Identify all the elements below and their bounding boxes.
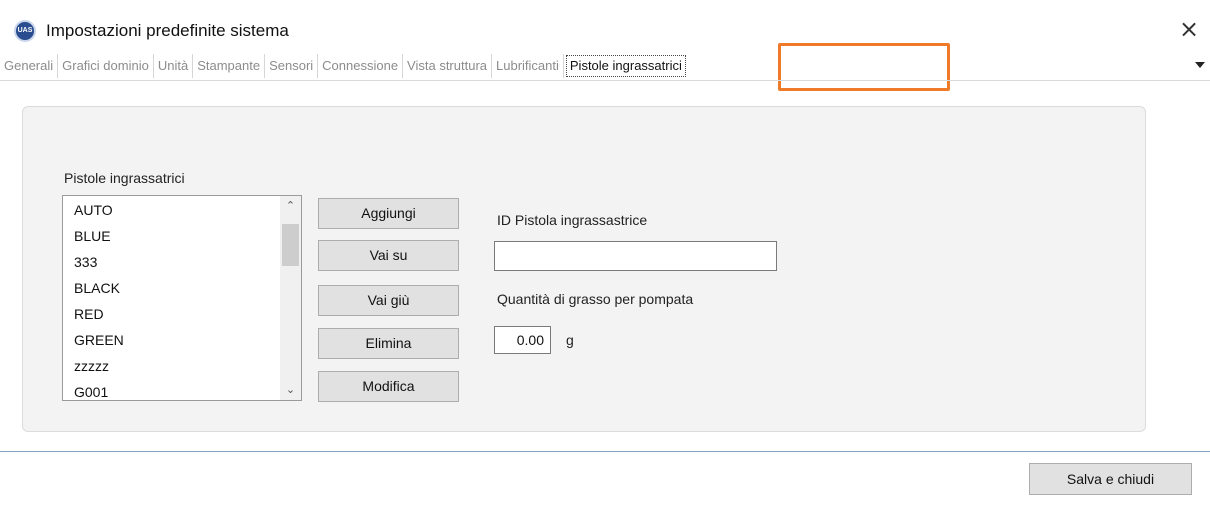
chevron-up-icon[interactable]: ⌃ [280, 196, 301, 216]
window-title: Impostazioni predefinite sistema [46, 21, 289, 40]
edit-button[interactable]: Modifica [318, 371, 459, 402]
tab-pistole-ingrassatrici[interactable]: Pistole ingrassatrici [565, 55, 686, 77]
move-up-button[interactable]: Vai su [318, 240, 459, 271]
list-item[interactable]: zzzzz [74, 358, 109, 374]
grease-quantity-label: Quantità di grasso per pompata [497, 291, 694, 307]
tab-lubrificanti[interactable]: Lubrificanti [492, 54, 564, 78]
gun-id-input[interactable] [494, 241, 777, 271]
gun-id-label: ID Pistola ingrassastrice [497, 212, 648, 228]
tab-scroll-down-icon[interactable] [1195, 62, 1205, 68]
list-item[interactable]: AUTO [74, 202, 113, 218]
grease-quantity-input[interactable]: 0.00 [494, 326, 551, 354]
scrollbar-thumb[interactable] [282, 224, 299, 266]
tab-connessione[interactable]: Connessione [318, 54, 404, 78]
listbox-scrollbar[interactable]: ⌃ ⌄ [280, 196, 301, 400]
close-icon[interactable]: × [1176, 16, 1202, 42]
list-item[interactable]: G001 [74, 384, 108, 400]
save-and-close-button[interactable]: Salva e chiudi [1029, 463, 1192, 495]
tab-strip: Generali Grafici dominio Unità Stampante Sen… [0, 54, 1190, 78]
list-item[interactable]: RED [74, 306, 104, 322]
chevron-down-icon[interactable]: ⌄ [280, 380, 301, 400]
tab-unita[interactable]: Unità [154, 54, 194, 78]
list-item[interactable]: BLACK [74, 280, 120, 296]
tab-vista-struttura[interactable]: Vista struttura [403, 54, 493, 78]
tab-divider [0, 80, 1210, 81]
grease-guns-listbox[interactable]: AUTO BLUE 333 BLACK RED GREEN zzzzz G001… [62, 195, 302, 401]
grease-quantity-unit: g [566, 332, 574, 348]
tab-generali[interactable]: Generali [0, 54, 59, 78]
tab-grafici-dominio[interactable]: Grafici dominio [58, 54, 154, 78]
tab-sensori[interactable]: Sensori [265, 54, 319, 78]
move-down-button[interactable]: Vai giù [318, 285, 459, 316]
list-item[interactable]: BLUE [74, 228, 111, 244]
delete-button[interactable]: Elimina [318, 328, 459, 359]
app-logo-icon: UAS [14, 20, 36, 42]
grease-guns-list-label: Pistole ingrassatrici [64, 170, 185, 186]
footer-divider [0, 451, 1210, 452]
tab-stampante[interactable]: Stampante [193, 54, 266, 78]
add-button[interactable]: Aggiungi [318, 198, 459, 229]
list-item[interactable]: GREEN [74, 332, 124, 348]
list-item[interactable]: 333 [74, 254, 97, 270]
